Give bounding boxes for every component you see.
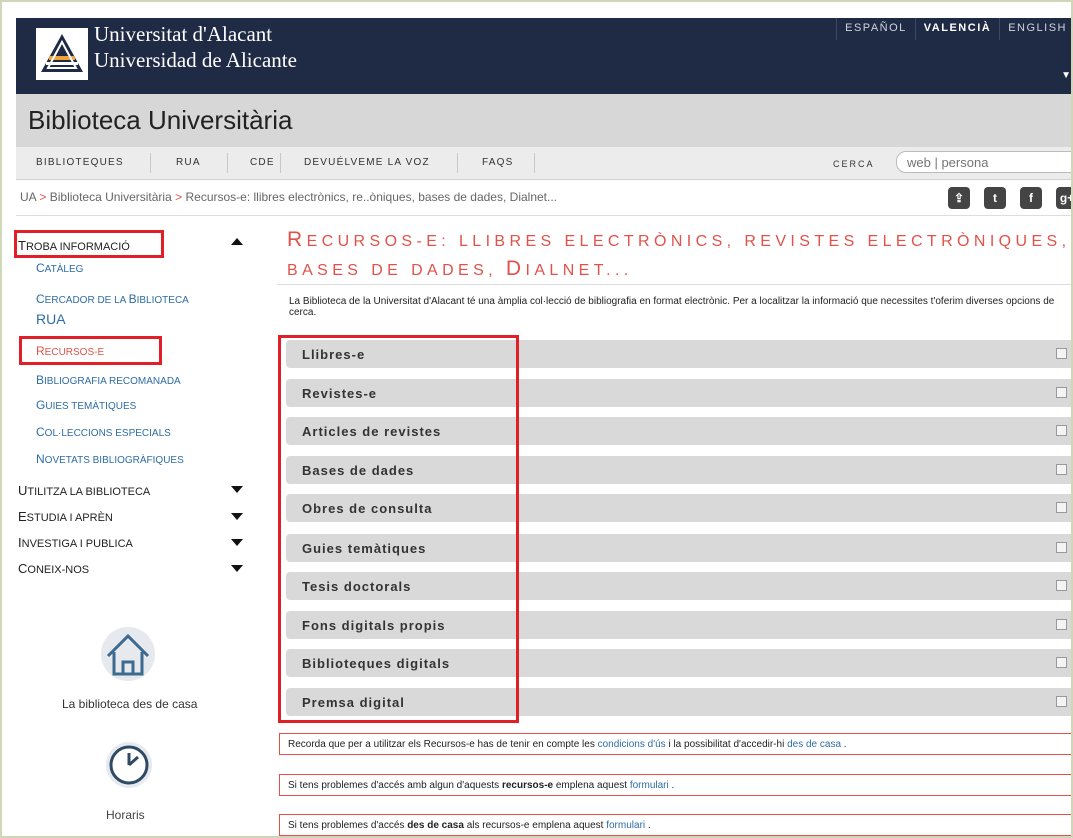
expand-box-icon[interactable] xyxy=(1056,348,1067,359)
page-title-line1: Recursos-e: llibres electrònics, reviste… xyxy=(287,228,1071,251)
breadcrumb-biblioteca[interactable]: Biblioteca Universitària xyxy=(50,190,172,204)
sidebar-item-guies[interactable]: Guies temàtiques xyxy=(36,398,136,412)
facebook-icon[interactable]: f xyxy=(1020,187,1042,209)
highlight-box xyxy=(278,335,519,723)
chevron-down-icon[interactable]: ▼ xyxy=(1061,70,1071,81)
lang-valencian[interactable]: VALENCIÀ xyxy=(914,18,999,40)
highlight-box xyxy=(19,336,162,365)
nav-divider xyxy=(280,153,281,173)
breadcrumb-current: Recursos-e: llibres electrònics, re..òni… xyxy=(185,190,558,204)
nav-divider xyxy=(534,153,535,173)
home-icon[interactable] xyxy=(100,624,156,686)
expand-box-icon[interactable] xyxy=(1056,580,1067,591)
nav-divider xyxy=(457,153,458,173)
breadcrumb-home[interactable]: UA xyxy=(20,190,36,204)
nav-divider xyxy=(227,153,228,173)
expand-arrow-icon[interactable] xyxy=(231,565,243,572)
sidebar-section-utilitza[interactable]: Utilitza la biblioteca xyxy=(18,483,150,498)
sidebar-section-coneix-nos[interactable]: Coneix-nos xyxy=(18,561,89,576)
highlight-box xyxy=(14,230,164,258)
search-label: CERCA xyxy=(833,159,875,169)
site-title[interactable]: Biblioteca Universitària xyxy=(28,105,292,136)
expand-arrow-icon[interactable] xyxy=(231,513,243,520)
expand-box-icon[interactable] xyxy=(1056,696,1067,707)
sidebar-item-cataleg[interactable]: Catàleg xyxy=(36,261,83,275)
nav-item-rua[interactable]: RUA xyxy=(176,157,201,168)
sidebar-item-col-leccions[interactable]: Col·leccions especials xyxy=(36,425,171,439)
expand-box-icon[interactable] xyxy=(1056,387,1067,398)
clock-icon[interactable] xyxy=(105,739,153,795)
sidebar-item-bibliografia[interactable]: Bibliografia recomanada xyxy=(36,373,181,387)
conditions-link[interactable]: condicions d'ús xyxy=(598,739,666,750)
notice-home-access-problems: Si tens problemes d'accés des de casa al… xyxy=(279,814,1071,836)
breadcrumb-separator: > xyxy=(175,190,183,204)
expand-box-icon[interactable] xyxy=(1056,464,1067,475)
lang-english[interactable]: ENGLISH xyxy=(999,18,1071,40)
nav-item-cde[interactable]: CDE xyxy=(250,157,275,168)
notice-access-problems: Si tens problemes d'accés amb algun d'aq… xyxy=(279,774,1071,796)
language-switcher: ESPAÑOL VALENCIÀ ENGLISH xyxy=(836,18,1071,40)
notice-conditions: Recorda que per a utilitzar els Recursos… xyxy=(279,733,1071,755)
sidebar-section-investiga[interactable]: Investiga i publica xyxy=(18,535,133,550)
nav-divider xyxy=(150,153,151,173)
intro-text: La Biblioteca de la Universitat d'Alacan… xyxy=(289,296,1055,318)
site-header: Biblioteca Universitària xyxy=(16,94,1071,147)
title-divider xyxy=(277,284,1071,285)
breadcrumb-separator: > xyxy=(39,190,47,204)
share-icon[interactable]: ⇪ xyxy=(948,187,970,209)
page-frame: Universitat d'Alacant Universidad de Ali… xyxy=(0,0,1073,838)
form-link[interactable]: formulari xyxy=(606,820,645,831)
expand-box-icon[interactable] xyxy=(1056,657,1067,668)
top-nav: BIBLIOTEQUES RUA CDE DEVUÉLVEME LA VOZ F… xyxy=(16,147,1071,180)
google-plus-icon[interactable]: g+ xyxy=(1056,187,1071,209)
remote-access-link[interactable]: des de casa xyxy=(787,739,841,750)
breadcrumb-trail: UA > Biblioteca Universitària > Recursos… xyxy=(20,190,557,204)
opening-hours-label[interactable]: Horaris xyxy=(106,808,145,822)
form-link[interactable]: formulari xyxy=(630,780,669,791)
nav-item-faqs[interactable]: FAQS xyxy=(482,157,513,168)
search-input[interactable] xyxy=(896,151,1071,173)
sidebar-item-cercador[interactable]: Cercador de la Biblioteca xyxy=(36,292,189,306)
page-title-line2: bases de dades, Dialnet... xyxy=(287,257,633,280)
sidebar-item-rua[interactable]: RUA xyxy=(36,311,66,327)
nav-item-biblioteques[interactable]: BIBLIOTEQUES xyxy=(36,157,124,168)
collapse-arrow-icon[interactable] xyxy=(231,238,243,245)
university-banner: Universitat d'Alacant Universidad de Ali… xyxy=(16,18,1071,94)
home-access-label[interactable]: La biblioteca des de casa xyxy=(62,697,197,711)
sidebar-item-novetats[interactable]: Novetats bibliogràfiques xyxy=(36,452,184,466)
expand-arrow-icon[interactable] xyxy=(231,539,243,546)
nav-item-devuelveme-la-voz[interactable]: DEVUÉLVEME LA VOZ xyxy=(304,157,430,168)
breadcrumb: UA > Biblioteca Universitària > Recursos… xyxy=(16,180,1071,216)
university-name-spanish[interactable]: Universidad de Alicante xyxy=(94,48,297,73)
expand-box-icon[interactable] xyxy=(1056,425,1067,436)
expand-box-icon[interactable] xyxy=(1056,502,1067,513)
university-name-valencian[interactable]: Universitat d'Alacant xyxy=(94,22,272,47)
university-logo[interactable] xyxy=(36,28,88,80)
expand-box-icon[interactable] xyxy=(1056,619,1067,630)
twitter-icon[interactable]: t xyxy=(984,187,1006,209)
expand-box-icon[interactable] xyxy=(1056,542,1067,553)
expand-arrow-icon[interactable] xyxy=(231,486,243,493)
lang-spanish[interactable]: ESPAÑOL xyxy=(836,18,915,40)
sidebar-section-estudia[interactable]: Estudia i aprèn xyxy=(18,509,113,524)
